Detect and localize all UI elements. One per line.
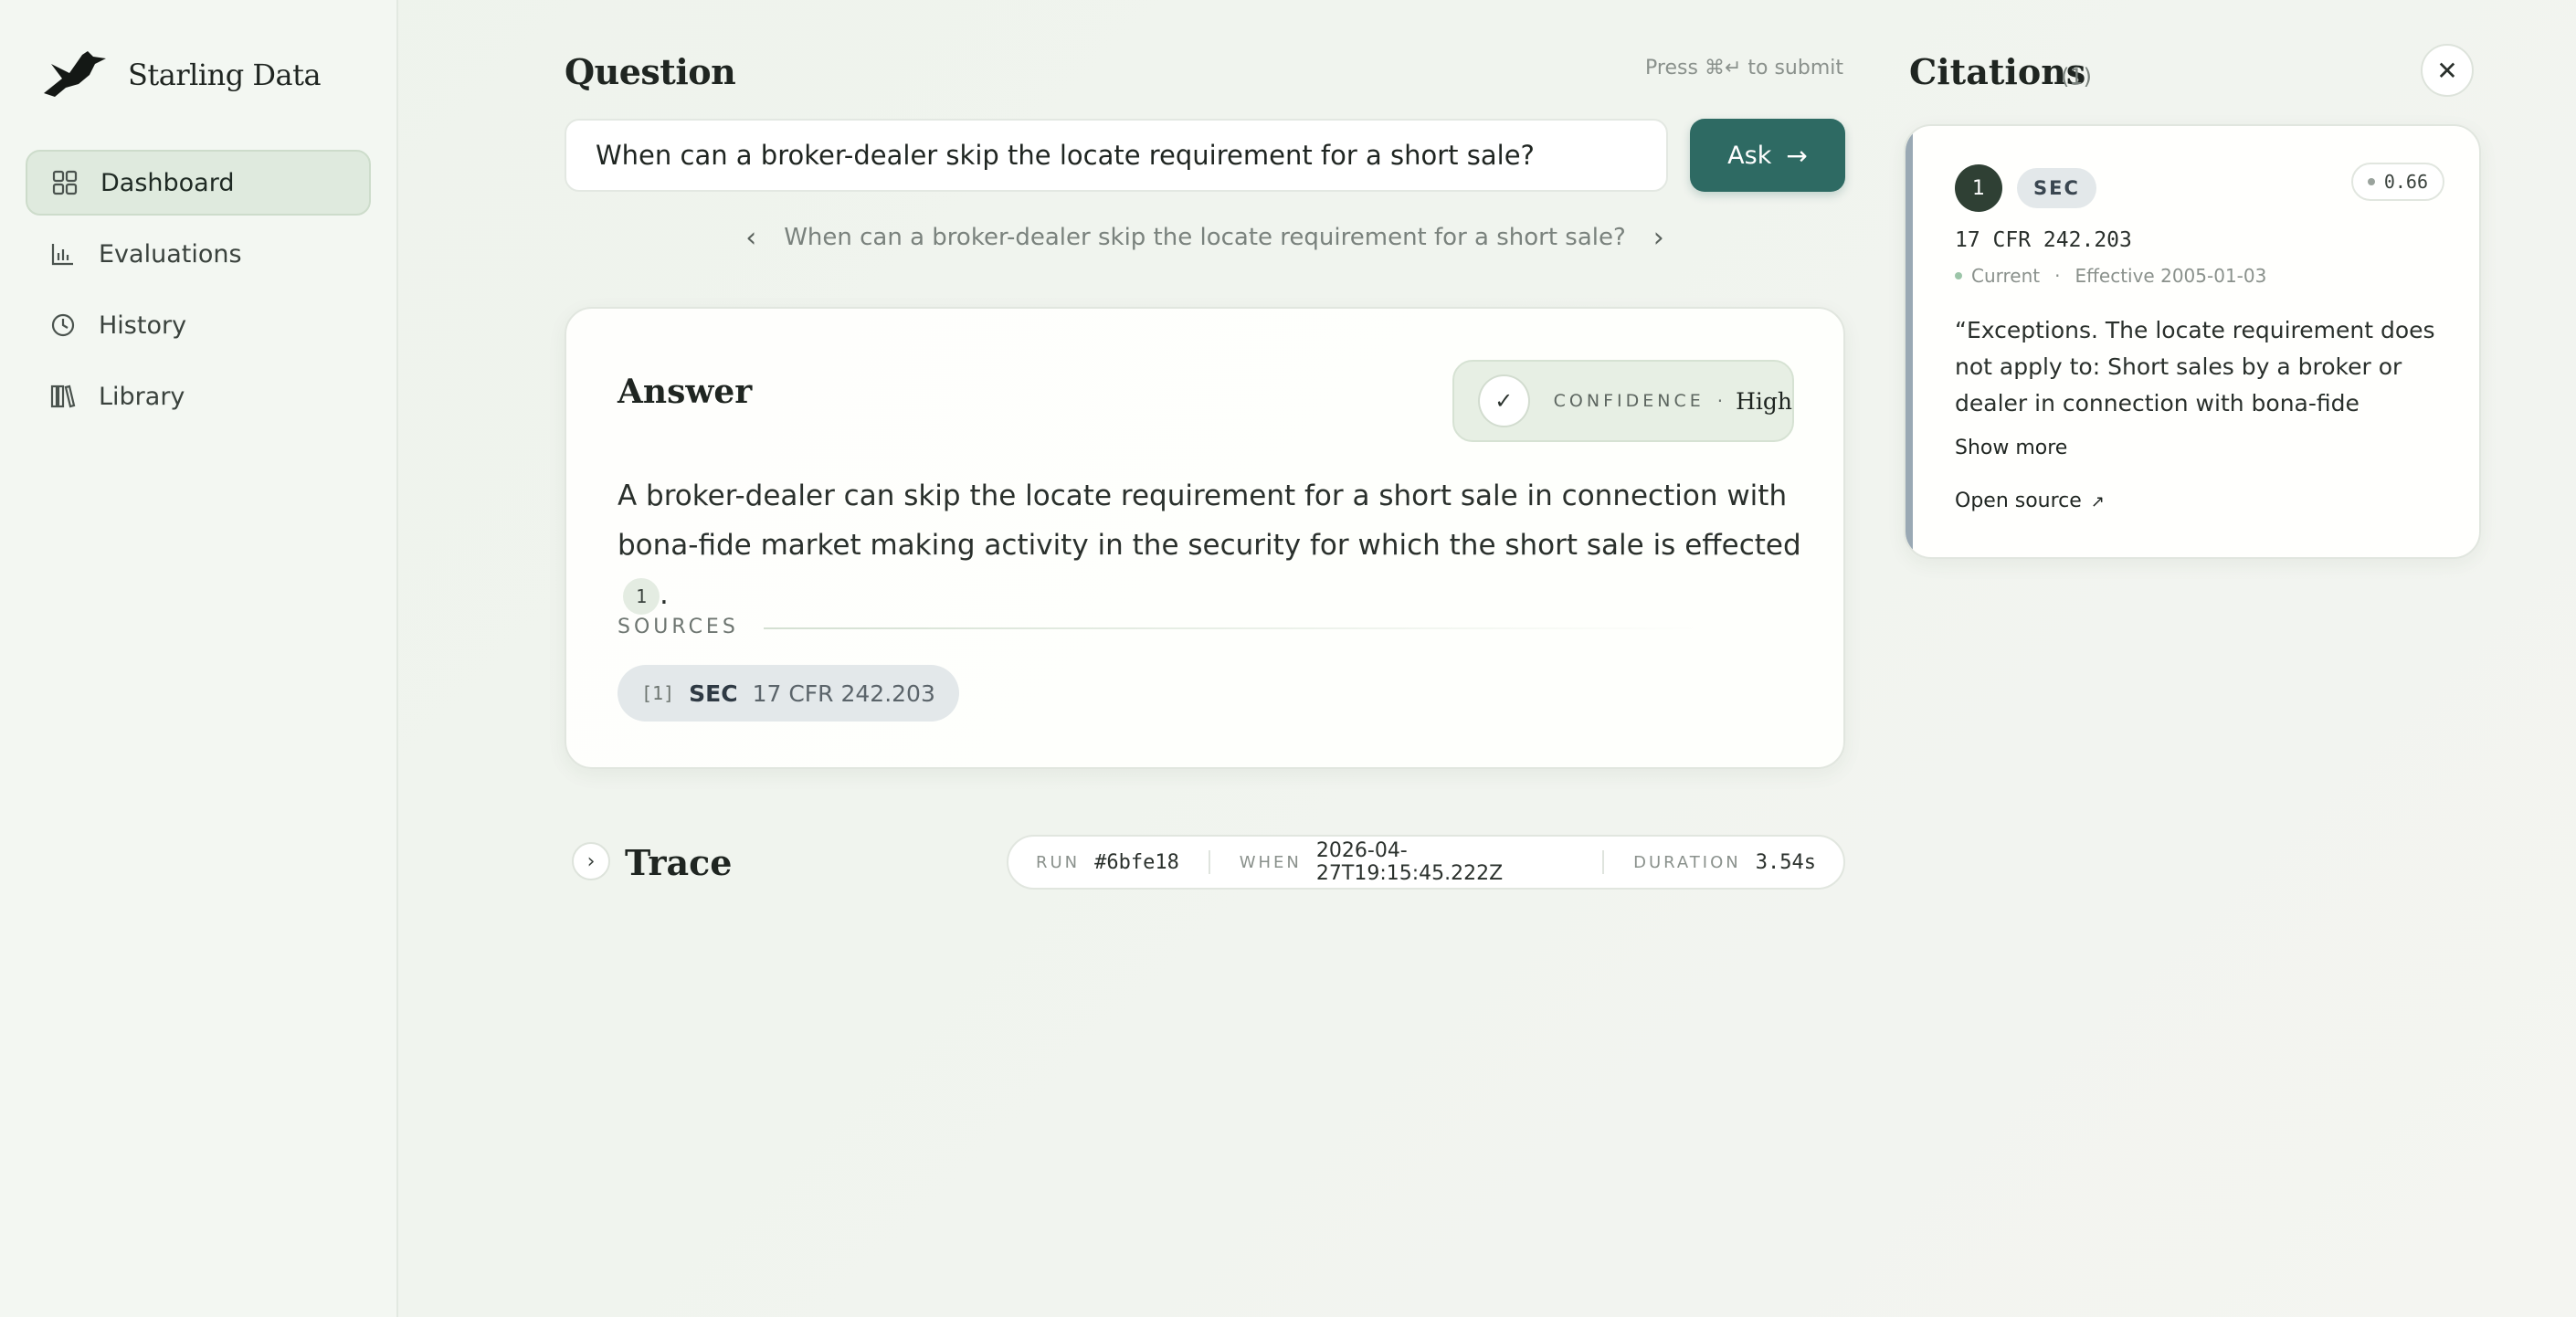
chevron-right-icon[interactable]: › — [1626, 222, 1692, 254]
close-icon: ✕ — [2436, 56, 2458, 85]
ask-button[interactable]: Ask → — [1690, 119, 1845, 192]
status-separator: · — [2054, 265, 2061, 287]
duration-value: 3.54s — [1755, 850, 1816, 874]
score-dot-icon — [2367, 178, 2375, 185]
sidebar-item-label: Library — [99, 382, 185, 411]
chevron-right-icon: › — [586, 849, 596, 873]
open-source-link[interactable]: Open source ↗ — [1955, 490, 2105, 512]
question-title: Question — [565, 51, 736, 92]
submit-hint: Press ⌘↵ to submit — [1645, 57, 1843, 79]
sidebar-item-label: History — [99, 311, 187, 340]
brand-name: Starling Data — [128, 58, 322, 92]
confidence-badge: ✓ CONFIDENCE · High — [1452, 360, 1794, 442]
sources-divider — [764, 627, 1705, 629]
citation-status: Current · Effective 2005-01-03 — [1955, 265, 2266, 287]
citation-card: 1 SEC 0.66 17 CFR 242.203 Current · Effe… — [1904, 124, 2481, 559]
confidence-separator: · — [1716, 390, 1724, 412]
sidebar-item-label: Dashboard — [100, 168, 235, 197]
when-label: WHEN — [1239, 852, 1302, 872]
citation-agency: SEC — [2017, 168, 2096, 208]
sidebar-nav: Dashboard Evaluations History Library — [26, 150, 371, 435]
answer-title: Answer — [618, 373, 753, 411]
source-reference: 17 CFR 242.203 — [752, 680, 935, 707]
brand[interactable]: Starling Data — [42, 47, 322, 102]
trace-expand-button[interactable]: › — [572, 842, 610, 880]
check-icon: ✓ — [1478, 374, 1530, 427]
status-dot-icon — [1955, 272, 1962, 279]
open-source-label: Open source — [1955, 490, 2082, 512]
run-value: #6bfe18 — [1094, 850, 1179, 874]
sidebar-item-dashboard[interactable]: Dashboard — [26, 150, 371, 216]
answer-card: Answer ✓ CONFIDENCE · High A broker-deal… — [565, 307, 1845, 769]
relevance-score: 0.66 — [2350, 163, 2444, 201]
citation-status-text: Current — [1971, 265, 2041, 287]
show-more-link[interactable]: Show more — [1955, 437, 2067, 459]
source-number: [1] — [641, 682, 675, 704]
answer-body: A broker-dealer can skip the locate requ… — [618, 479, 1801, 562]
sidebar-item-history[interactable]: History — [26, 292, 371, 358]
books-icon — [50, 385, 76, 408]
sidebar-item-evaluations[interactable]: Evaluations — [26, 221, 371, 287]
bar-chart-icon — [51, 244, 73, 266]
clock-icon — [51, 313, 75, 337]
arrow-right-icon: → — [1786, 140, 1808, 171]
meta-divider — [1208, 850, 1210, 874]
citations-count: (1) — [2061, 64, 2092, 90]
meta-divider — [1602, 850, 1605, 874]
when-value: 2026-04-27T19:15:45.222Z — [1315, 839, 1504, 885]
external-link-icon: ↗ — [2090, 492, 2105, 511]
starling-bird-logo-icon — [42, 47, 108, 102]
relevance-score-value: 0.66 — [2383, 171, 2428, 193]
citation-quote: “Exceptions. The locate requirement does… — [1955, 317, 2435, 416]
trace-meta: RUN #6bfe18 WHEN 2026-04-27T19:15:45.222… — [1007, 835, 1845, 890]
confidence-label: CONFIDENCE — [1553, 391, 1705, 411]
citation-reference: 17 CFR 242.203 — [1955, 228, 2132, 252]
citation-effective-date: Effective 2005-01-03 — [2075, 265, 2267, 287]
question-input[interactable] — [565, 119, 1668, 192]
sources-label: SOURCES — [618, 616, 739, 638]
source-chip[interactable]: [1] SEC 17 CFR 242.203 — [618, 665, 959, 722]
question-history-nav: ‹ When can a broker-dealer skip the loca… — [565, 219, 1845, 256]
run-label: RUN — [1036, 852, 1081, 872]
close-citations-button[interactable]: ✕ — [2421, 44, 2474, 97]
history-question-text: When can a broker-dealer skip the locate… — [784, 224, 1626, 251]
confidence-value: High — [1736, 387, 1792, 415]
citation-number: 1 — [1955, 164, 2002, 212]
source-agency: SEC — [689, 680, 738, 707]
trace-title: Trace — [625, 842, 733, 883]
ask-button-label: Ask — [1727, 141, 1772, 170]
chevron-left-icon[interactable]: ‹ — [718, 222, 784, 254]
sidebar-item-label: Evaluations — [99, 239, 242, 269]
sidebar: Starling Data Dashboard Evaluations Hist… — [0, 0, 398, 1317]
sidebar-item-library[interactable]: Library — [26, 363, 371, 429]
citation-marker[interactable]: 1 — [623, 577, 660, 615]
answer-end: . — [660, 578, 669, 611]
grid-icon — [52, 170, 78, 195]
citations-title: Citations — [1909, 51, 2086, 92]
answer-text: A broker-dealer can skip the locate requ… — [618, 471, 1805, 619]
duration-label: DURATION — [1633, 852, 1741, 872]
